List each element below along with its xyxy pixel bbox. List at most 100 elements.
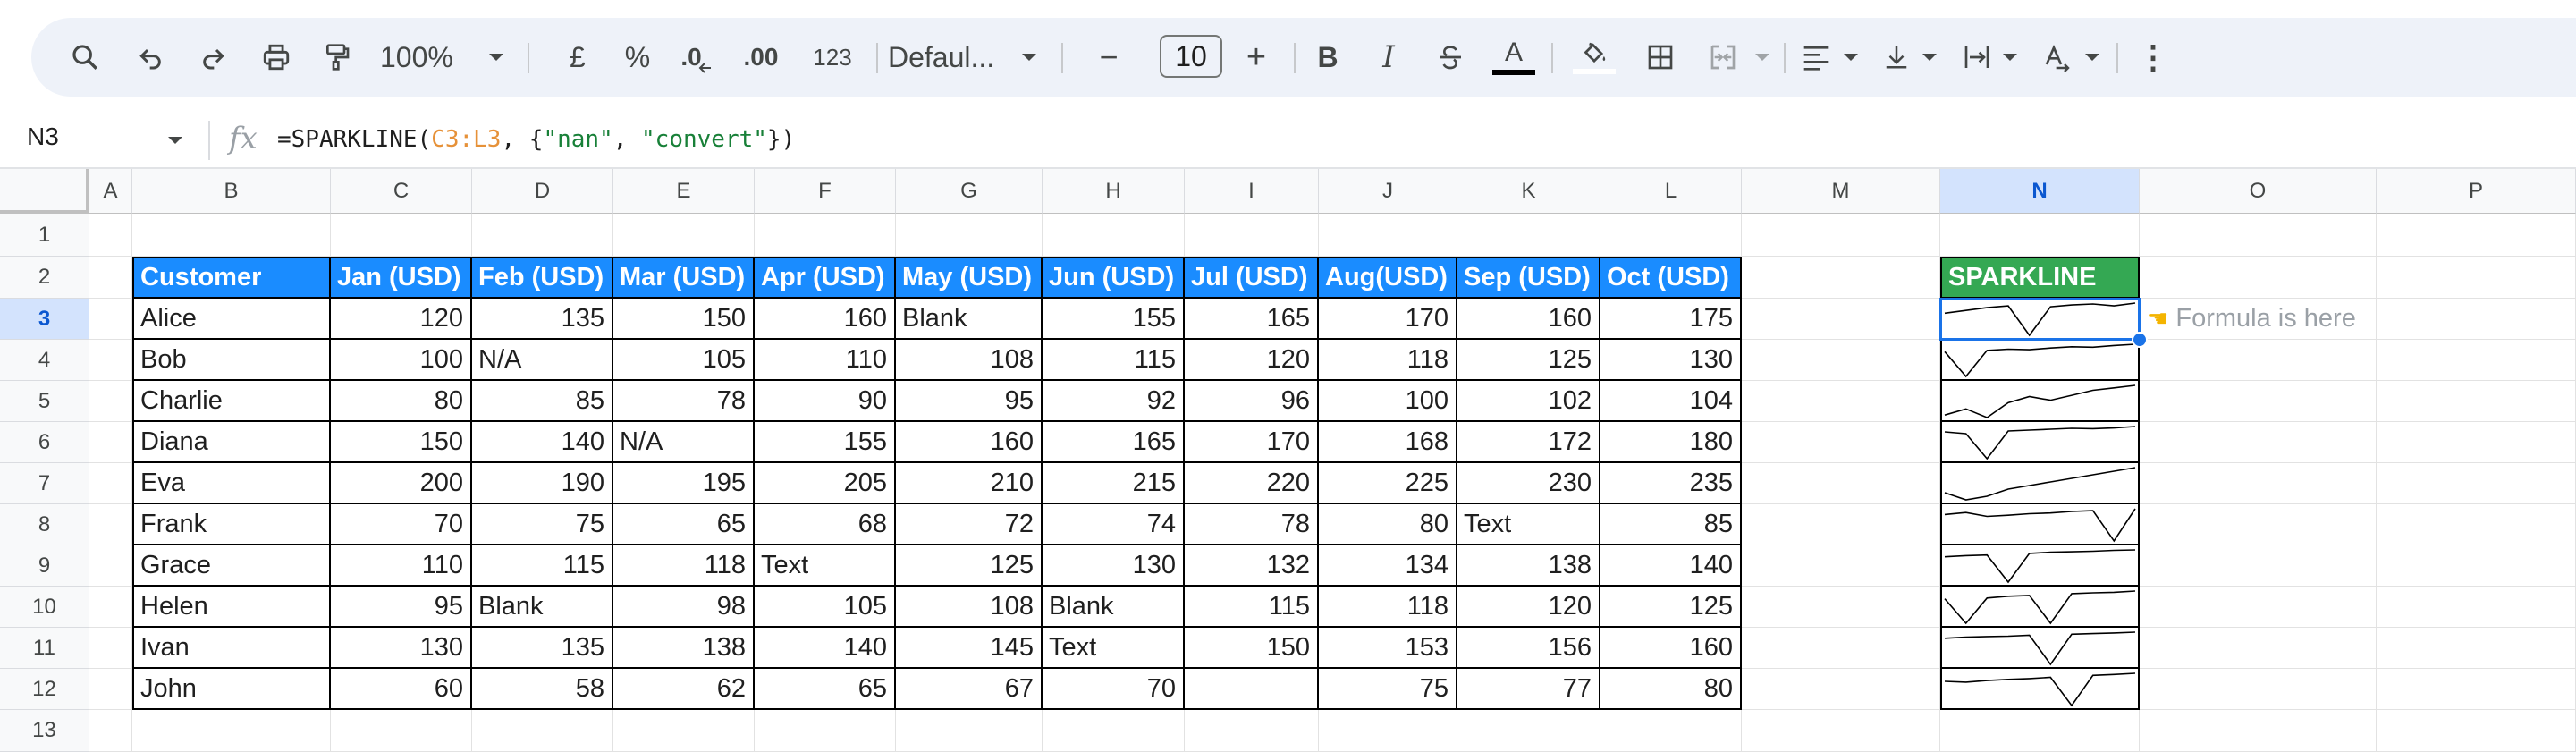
more-options-button[interactable]: ⋮ (2128, 18, 2178, 97)
customer-name-cell[interactable]: Alice (132, 299, 331, 340)
table-header-cell[interactable]: Oct (USD) (1600, 257, 1742, 299)
value-cell[interactable]: 100 (1319, 381, 1457, 422)
number-format-button[interactable]: 123 (800, 18, 865, 97)
value-cell[interactable]: 156 (1457, 628, 1600, 669)
value-cell[interactable]: Text (1043, 628, 1185, 669)
italic-button[interactable]: I (1360, 18, 1417, 97)
row-header-8[interactable]: 8 (0, 504, 89, 545)
value-cell[interactable]: 77 (1457, 669, 1600, 710)
merge-cells-button[interactable] (1694, 18, 1752, 97)
active-cell-selection[interactable] (1939, 298, 2141, 341)
print-icon[interactable] (248, 18, 305, 97)
value-cell[interactable]: 165 (1043, 422, 1185, 463)
value-cell[interactable]: 235 (1600, 463, 1742, 504)
column-header-n[interactable]: N (1940, 169, 2140, 214)
row-header-2[interactable]: 2 (0, 257, 89, 299)
text-color-button[interactable]: A (1484, 18, 1543, 97)
currency-format-button[interactable]: £ (553, 18, 603, 97)
column-header-a[interactable]: A (89, 169, 132, 214)
table-header-cell[interactable]: Jul (USD) (1185, 257, 1319, 299)
bold-button[interactable]: B (1299, 18, 1356, 97)
table-header-cell[interactable]: May (USD) (896, 257, 1043, 299)
sparkline-cell[interactable] (1940, 669, 2140, 710)
column-header-i[interactable]: I (1185, 169, 1319, 214)
zoom-chevron-down-icon[interactable] (478, 18, 514, 97)
value-cell[interactable]: 100 (331, 340, 472, 381)
horizontal-align-button[interactable] (1793, 18, 1839, 97)
column-header-l[interactable]: L (1600, 169, 1742, 214)
value-cell[interactable]: 138 (613, 628, 755, 669)
sparkline-cell[interactable] (1940, 587, 2140, 628)
value-cell[interactable]: 92 (1043, 381, 1185, 422)
value-cell[interactable]: 120 (1457, 587, 1600, 628)
select-all-corner[interactable] (0, 169, 89, 214)
row-header-7[interactable]: 7 (0, 463, 89, 504)
value-cell[interactable]: 135 (472, 628, 613, 669)
value-cell[interactable]: 108 (896, 340, 1043, 381)
value-cell[interactable]: N/A (472, 340, 613, 381)
name-box[interactable]: N3 (27, 123, 59, 151)
value-cell[interactable]: 180 (1600, 422, 1742, 463)
value-cell[interactable]: 205 (755, 463, 896, 504)
table-header-cell[interactable]: Mar (USD) (613, 257, 755, 299)
sparkline-cell[interactable] (1940, 381, 2140, 422)
value-cell[interactable]: 215 (1043, 463, 1185, 504)
customer-name-cell[interactable]: Eva (132, 463, 331, 504)
value-cell[interactable]: 118 (613, 545, 755, 587)
value-cell[interactable]: 160 (896, 422, 1043, 463)
text-wrapping-button[interactable] (1954, 18, 2000, 97)
row-header-6[interactable]: 6 (0, 422, 89, 463)
value-cell[interactable]: 75 (472, 504, 613, 545)
value-cell[interactable]: 120 (331, 299, 472, 340)
value-cell[interactable]: 85 (472, 381, 613, 422)
value-cell[interactable]: 110 (331, 545, 472, 587)
value-cell[interactable]: 153 (1319, 628, 1457, 669)
decrease-font-size-button[interactable]: − (1082, 18, 1136, 97)
value-cell[interactable]: 145 (896, 628, 1043, 669)
value-cell[interactable]: 134 (1319, 545, 1457, 587)
value-cell[interactable]: N/A (613, 422, 755, 463)
value-cell[interactable]: 118 (1319, 587, 1457, 628)
value-cell[interactable]: 140 (472, 422, 613, 463)
value-cell[interactable]: Text (755, 545, 896, 587)
value-cell[interactable]: 132 (1185, 545, 1319, 587)
font-chevron-down-icon[interactable] (1013, 18, 1045, 97)
column-header-f[interactable]: F (755, 169, 896, 214)
value-cell[interactable]: 195 (613, 463, 755, 504)
value-cell[interactable]: 150 (613, 299, 755, 340)
row-header-9[interactable]: 9 (0, 545, 89, 587)
vertical-align-button[interactable] (1873, 18, 1920, 97)
customer-name-cell[interactable]: Ivan (132, 628, 331, 669)
column-header-e[interactable]: E (613, 169, 755, 214)
sparkline-cell[interactable] (1940, 463, 2140, 504)
table-header-cell[interactable]: Sep (USD) (1457, 257, 1600, 299)
value-cell[interactable]: 67 (896, 669, 1043, 710)
value-cell[interactable]: 140 (755, 628, 896, 669)
value-cell[interactable]: 80 (331, 381, 472, 422)
value-cell[interactable]: 120 (1185, 340, 1319, 381)
strikethrough-button[interactable] (1422, 18, 1479, 97)
value-cell[interactable]: 138 (1457, 545, 1600, 587)
text-rotation-button[interactable] (2032, 18, 2082, 97)
value-cell[interactable]: 70 (1043, 669, 1185, 710)
value-cell[interactable]: 104 (1600, 381, 1742, 422)
value-cell[interactable]: 80 (1600, 669, 1742, 710)
value-cell[interactable]: 210 (896, 463, 1043, 504)
value-cell[interactable]: 170 (1185, 422, 1319, 463)
value-cell[interactable]: 58 (472, 669, 613, 710)
undo-icon[interactable] (122, 18, 180, 97)
column-header-j[interactable]: J (1319, 169, 1457, 214)
value-cell[interactable]: 78 (613, 381, 755, 422)
table-header-cell[interactable]: Jun (USD) (1043, 257, 1185, 299)
value-cell[interactable]: 130 (1600, 340, 1742, 381)
zoom-select[interactable]: 100% (380, 18, 478, 97)
column-header-o[interactable]: O (2140, 169, 2377, 214)
column-header-b[interactable]: B (132, 169, 331, 214)
value-cell[interactable]: 160 (1457, 299, 1600, 340)
value-cell[interactable]: 115 (472, 545, 613, 587)
sparkline-cell[interactable] (1940, 628, 2140, 669)
value-cell[interactable]: 72 (896, 504, 1043, 545)
value-cell[interactable]: 98 (613, 587, 755, 628)
value-cell[interactable]: 130 (331, 628, 472, 669)
value-cell[interactable]: 108 (896, 587, 1043, 628)
